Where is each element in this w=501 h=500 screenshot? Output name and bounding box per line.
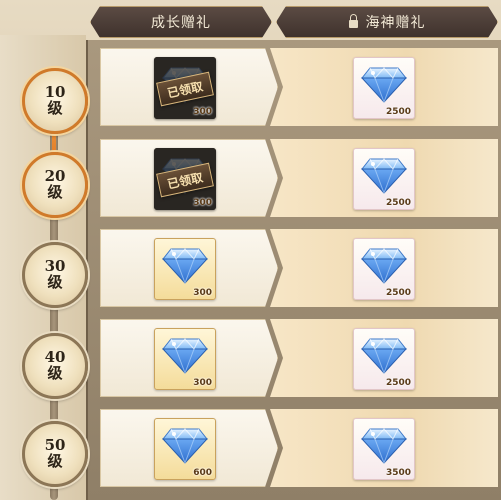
reward-row: 300 2500 — [100, 229, 498, 307]
level-unit: 级 — [47, 364, 63, 382]
level-unit: 级 — [47, 452, 63, 470]
growth-reward-qty: 300 — [193, 288, 212, 298]
reward-row: 600 3500 — [100, 409, 498, 487]
tab-sea-god-gift[interactable]: 海神赠礼 — [276, 6, 498, 38]
sea-god-reward-item[interactable]: 2500 — [353, 57, 415, 119]
growth-reward-item[interactable]: 600 — [154, 418, 216, 480]
sea-god-reward-qty: 3500 — [385, 468, 411, 478]
level-badge: 30 级 — [22, 242, 88, 308]
diamond-icon — [361, 67, 407, 104]
tab-growth-gift[interactable]: 成长赠礼 — [90, 6, 272, 38]
level-badge: 40 级 — [22, 333, 88, 399]
tab-sea-god-label: 海神赠礼 — [365, 15, 426, 31]
lock-icon — [349, 20, 358, 28]
diamond-icon — [361, 428, 407, 465]
growth-reward-qty: 600 — [193, 468, 212, 478]
growth-reward-item[interactable]: 300 — [154, 328, 216, 390]
reward-row: 300 2500 — [100, 319, 498, 397]
tab-growth-label: 成长赠礼 — [151, 15, 211, 31]
sea-god-reward-qty: 2500 — [385, 288, 411, 298]
level-badge: 10 级 — [22, 68, 88, 134]
diamond-icon — [162, 338, 208, 375]
level-badge: 20 级 — [22, 152, 88, 218]
level-unit: 级 — [47, 99, 63, 117]
level-badge: 50 级 — [22, 421, 88, 487]
diamond-icon — [361, 338, 407, 375]
growth-reward-qty: 300 — [193, 378, 212, 388]
level-unit: 级 — [47, 183, 63, 201]
reward-row: 300 已领取 2500 — [100, 139, 498, 217]
diamond-icon — [361, 248, 407, 285]
sea-god-reward-qty: 2500 — [385, 107, 411, 117]
reward-row: 300 已领取 2500 — [100, 48, 498, 126]
diamond-icon — [162, 248, 208, 285]
diamond-icon — [361, 158, 407, 195]
sea-god-reward-item[interactable]: 2500 — [353, 328, 415, 390]
sea-god-reward-item[interactable]: 2500 — [353, 148, 415, 210]
diamond-icon — [162, 428, 208, 465]
sea-god-reward-qty: 2500 — [385, 198, 411, 208]
sea-god-reward-item[interactable]: 3500 — [353, 418, 415, 480]
sea-god-reward-item[interactable]: 2500 — [353, 238, 415, 300]
growth-reward-qty: 300 — [193, 198, 212, 208]
sea-god-reward-qty: 2500 — [385, 378, 411, 388]
growth-reward-item[interactable]: 300 已领取 — [154, 148, 216, 210]
growth-reward-item[interactable]: 300 — [154, 238, 216, 300]
growth-reward-qty: 300 — [193, 107, 212, 117]
growth-reward-item[interactable]: 300 已领取 — [154, 57, 216, 119]
level-unit: 级 — [47, 273, 63, 291]
